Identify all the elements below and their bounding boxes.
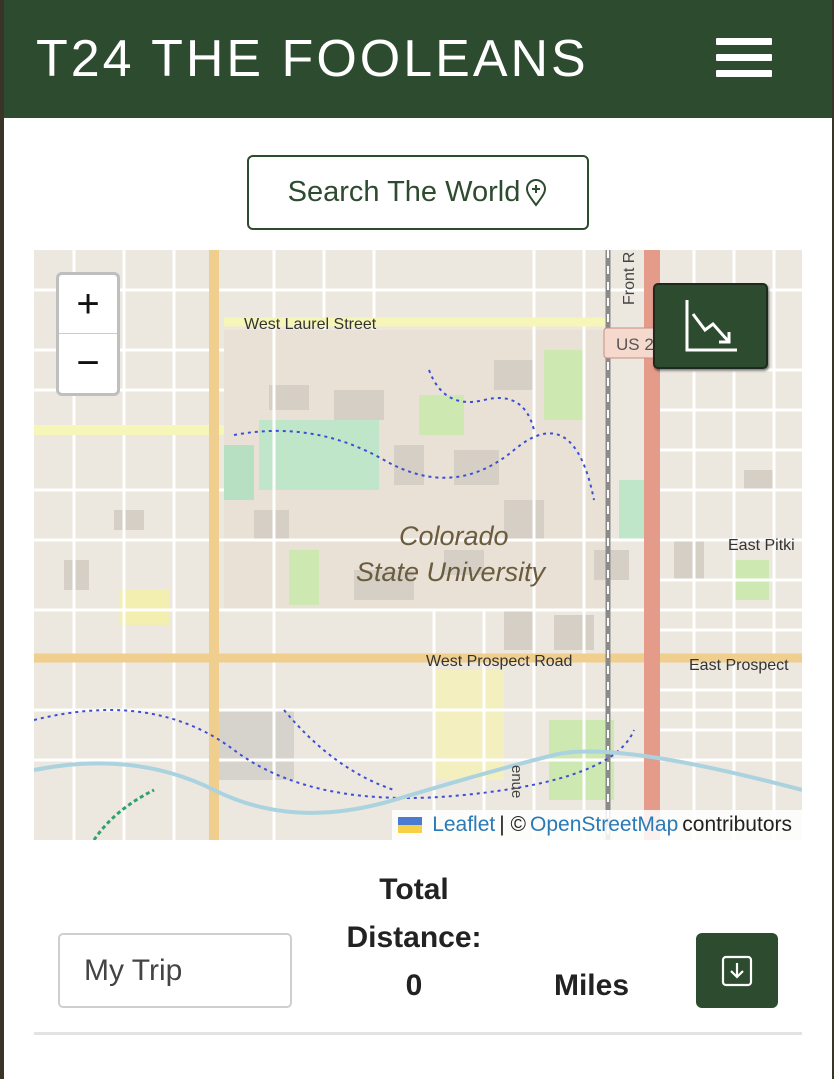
divider (34, 1032, 802, 1035)
map-label-front: Front R (621, 252, 638, 305)
hamburger-menu-icon[interactable] (716, 38, 772, 78)
app-title[interactable]: T24 THE FOOLEANS (36, 30, 589, 88)
map-attribution: Leaflet | © OpenStreetMap contributors (392, 810, 802, 840)
zoom-in-button[interactable]: + (59, 275, 117, 334)
ukraine-flag-icon (398, 817, 423, 833)
download-trip-button[interactable] (696, 933, 778, 1008)
zoom-out-button[interactable]: − (59, 334, 117, 393)
map[interactable]: West Laurel Street US 2 Front R Colorado… (34, 250, 802, 840)
attribution-contributors: contributors (682, 813, 792, 836)
download-icon (721, 955, 753, 986)
map-label-prospect-e: East Prospect (689, 657, 789, 674)
total-distance-value: 0 (405, 969, 423, 1002)
map-pin-plus-icon (526, 178, 547, 207)
search-the-world-button[interactable]: Search The World (247, 155, 589, 230)
map-label-us: US 2 (616, 335, 654, 354)
map-label-laurel: West Laurel Street (244, 316, 377, 333)
map-label-prospect-w: West Prospect Road (426, 653, 572, 670)
map-label-csu-1: Colorado (399, 521, 509, 551)
elevation-chart-button[interactable] (653, 283, 768, 369)
trip-name-input[interactable] (58, 933, 292, 1008)
map-label-pitkin: East Pitki (728, 537, 795, 554)
distance-units[interactable]: Miles (524, 962, 659, 1010)
trending-down-chart-icon (685, 300, 737, 352)
map-label-csu-2: State University (356, 557, 547, 587)
openstreetmap-link[interactable]: OpenStreetMap (530, 813, 678, 837)
search-button-label: Search The World (287, 176, 521, 208)
total-distance-label: Total Distance: (346, 873, 482, 954)
navbar: T24 THE FOOLEANS (4, 0, 832, 118)
page: T24 THE FOOLEANS Search The World West L… (4, 0, 832, 1079)
zoom-control: + − (56, 272, 120, 396)
attribution-separator: | © (499, 813, 527, 836)
map-label-avenue: enue (508, 765, 525, 798)
leaflet-link[interactable]: Leaflet (432, 813, 495, 837)
